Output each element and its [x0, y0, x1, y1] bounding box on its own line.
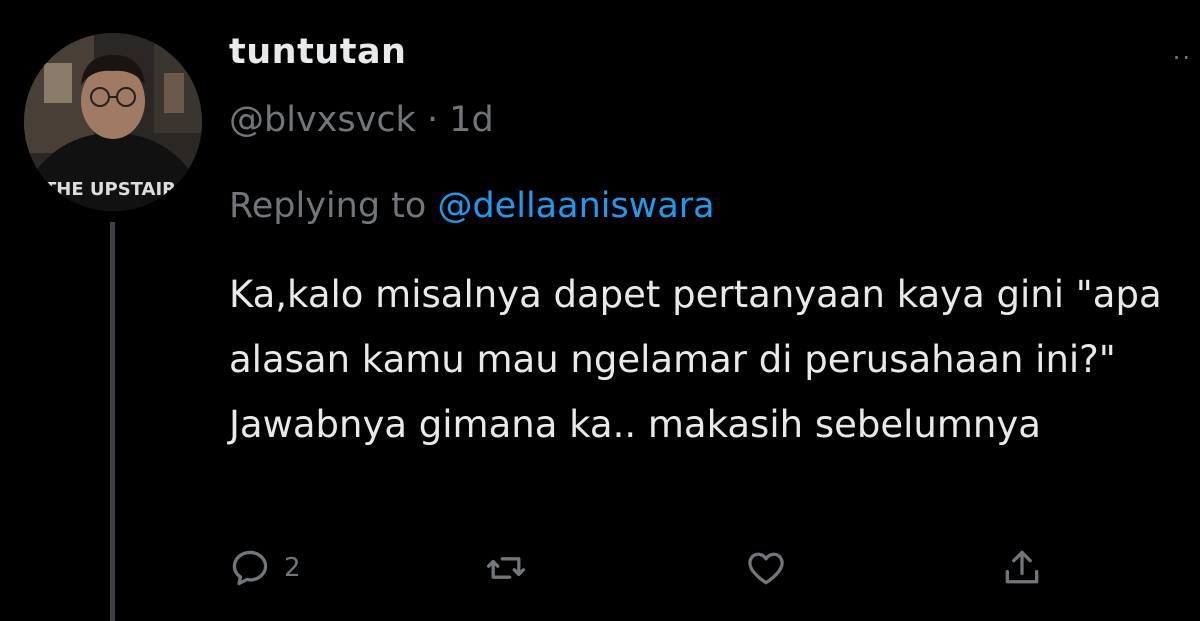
action-bar: 2	[0, 546, 1200, 606]
more-options-icon[interactable]: ··	[1173, 44, 1192, 72]
replying-mention-link[interactable]: @dellaaniswara	[437, 186, 714, 226]
separator: ·	[426, 100, 439, 140]
display-name[interactable]: tuntutan	[229, 32, 406, 72]
replying-to: Replying to @dellaaniswara	[229, 186, 715, 226]
share-icon	[1005, 550, 1039, 584]
user-handle[interactable]: @blvxsvck	[229, 100, 416, 140]
reply-icon	[232, 550, 268, 586]
avatar-photo: THE UPSTAIRS	[24, 33, 202, 211]
timestamp[interactable]: 1d	[449, 100, 494, 140]
retweet-button[interactable]	[484, 546, 540, 590]
tweet-text: Ka,kalo misalnya dapet pertanyaan kaya g…	[229, 273, 1162, 446]
reply-button[interactable]: 2	[228, 546, 301, 590]
shirt-text: THE UPSTAIRS	[44, 179, 189, 200]
avatar[interactable]: THE UPSTAIRS	[24, 33, 202, 211]
handle-row: @blvxsvck · 1d	[229, 100, 494, 140]
reply-count: 2	[284, 553, 301, 583]
share-button[interactable]	[1000, 546, 1044, 590]
retweet-icon	[486, 557, 526, 579]
like-icon	[748, 552, 784, 585]
replying-prefix: Replying to	[229, 186, 427, 226]
like-button[interactable]	[744, 546, 800, 590]
